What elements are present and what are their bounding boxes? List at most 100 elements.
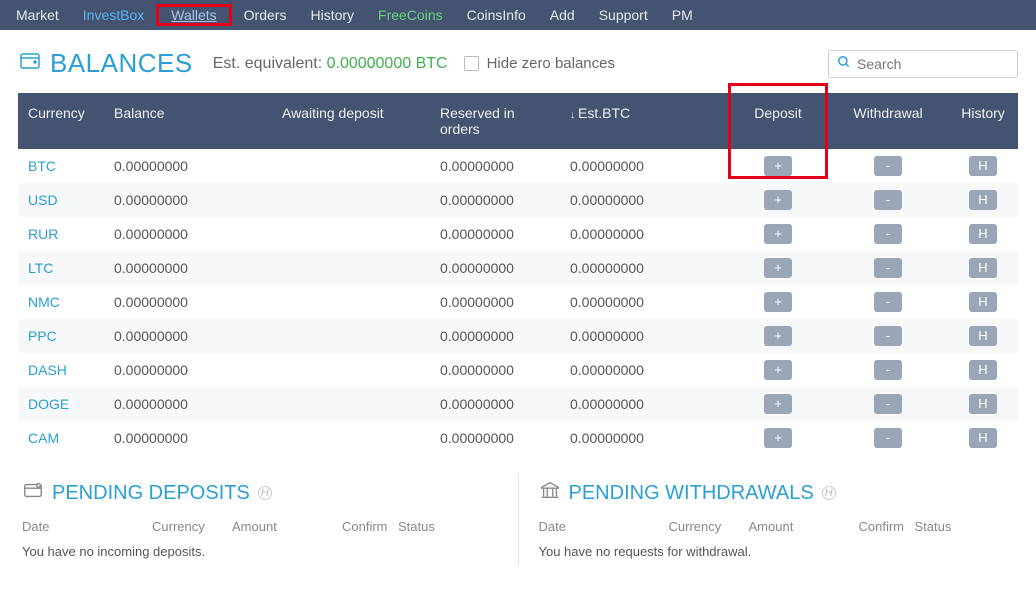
search-input[interactable]: [857, 56, 1009, 72]
withdrawals-subheader: Date Currency Amount Confirm Status: [539, 519, 1015, 534]
bank-icon: [539, 479, 561, 507]
nav-wallets[interactable]: Wallets: [159, 1, 228, 29]
history-button[interactable]: H: [969, 224, 997, 244]
reserved-cell: 0.00000000: [430, 421, 560, 455]
deposit-button[interactable]: +: [764, 394, 792, 414]
deposit-button[interactable]: +: [764, 292, 792, 312]
balance-cell: 0.00000000: [104, 251, 272, 285]
awaiting-cell: [272, 319, 430, 353]
nav-support[interactable]: Support: [587, 1, 660, 29]
search-box[interactable]: [828, 50, 1018, 78]
col-reserved[interactable]: Reserved in orders: [430, 93, 560, 149]
col-currency[interactable]: Currency: [18, 93, 104, 149]
currency-link[interactable]: CAM: [28, 430, 59, 446]
deposits-subheader: Date Currency Amount Confirm Status: [22, 519, 498, 534]
nav-coinsinfo[interactable]: CoinsInfo: [455, 1, 538, 29]
estbtc-cell: 0.00000000: [560, 387, 728, 421]
col-currency: Currency: [152, 519, 232, 534]
withdraw-button[interactable]: -: [874, 326, 902, 346]
nav-highlight: Wallets: [156, 4, 231, 26]
currency-link[interactable]: LTC: [28, 260, 53, 276]
nav-market[interactable]: Market: [4, 1, 71, 29]
awaiting-cell: [272, 251, 430, 285]
history-button[interactable]: H: [969, 428, 997, 448]
page-title: BALANCES: [18, 48, 193, 79]
currency-link[interactable]: PPC: [28, 328, 57, 344]
withdraw-button[interactable]: -: [874, 190, 902, 210]
col-withdrawal[interactable]: Withdrawal: [828, 93, 948, 149]
nav-add[interactable]: Add: [538, 1, 587, 29]
deposit-button[interactable]: +: [764, 258, 792, 278]
col-amount: Amount: [232, 519, 342, 534]
pending-withdrawals-title: PENDING WITHDRAWALS H: [539, 479, 1015, 507]
history-button[interactable]: H: [969, 292, 997, 312]
estbtc-cell: 0.00000000: [560, 319, 728, 353]
history-button[interactable]: H: [969, 394, 997, 414]
reserved-cell: 0.00000000: [430, 353, 560, 387]
col-amount: Amount: [749, 519, 859, 534]
withdraw-button[interactable]: -: [874, 224, 902, 244]
awaiting-cell: [272, 149, 430, 183]
history-button[interactable]: H: [969, 190, 997, 210]
currency-link[interactable]: RUR: [28, 226, 58, 242]
estbtc-cell: 0.00000000: [560, 183, 728, 217]
nav-history[interactable]: History: [298, 1, 366, 29]
pending-withdrawals-panel: PENDING WITHDRAWALS H Date Currency Amou…: [519, 473, 1019, 565]
deposit-button[interactable]: +: [764, 156, 792, 176]
withdraw-button[interactable]: -: [874, 292, 902, 312]
col-balance[interactable]: Balance: [104, 93, 272, 149]
hide-zero-label: Hide zero balances: [487, 55, 615, 72]
awaiting-cell: [272, 353, 430, 387]
search-icon: [837, 55, 851, 73]
history-button[interactable]: H: [969, 360, 997, 380]
history-button[interactable]: H: [969, 326, 997, 346]
withdraw-button[interactable]: -: [874, 258, 902, 278]
nav-pm[interactable]: PM: [660, 1, 705, 29]
nav-investbox[interactable]: InvestBox: [71, 1, 156, 29]
currency-link[interactable]: NMC: [28, 294, 60, 310]
deposits-empty-msg: You have no incoming deposits.: [22, 544, 498, 559]
col-estbtc[interactable]: ↓Est.BTC: [560, 93, 728, 149]
col-history[interactable]: History: [948, 93, 1018, 149]
balance-cell: 0.00000000: [104, 421, 272, 455]
deposit-button[interactable]: +: [764, 326, 792, 346]
currency-link[interactable]: DASH: [28, 362, 67, 378]
table-row: PPC0.000000000.000000000.00000000+-H: [18, 319, 1018, 353]
help-icon[interactable]: H: [258, 486, 272, 500]
help-icon[interactable]: H: [822, 486, 836, 500]
pending-deposits-title: PENDING DEPOSITS H: [22, 479, 498, 507]
currency-link[interactable]: USD: [28, 192, 58, 208]
withdraw-button[interactable]: -: [874, 156, 902, 176]
deposit-button[interactable]: +: [764, 224, 792, 244]
col-status: Status: [398, 519, 435, 534]
pending-panels: PENDING DEPOSITS H Date Currency Amount …: [18, 473, 1018, 565]
estbtc-cell: 0.00000000: [560, 149, 728, 183]
table-row: RUR0.000000000.000000000.00000000+-H: [18, 217, 1018, 251]
reserved-cell: 0.00000000: [430, 217, 560, 251]
col-date: Date: [539, 519, 669, 534]
history-button[interactable]: H: [969, 258, 997, 278]
table-row: DOGE0.000000000.000000000.00000000+-H: [18, 387, 1018, 421]
deposit-button[interactable]: +: [764, 190, 792, 210]
col-confirm: Confirm: [859, 519, 915, 534]
deposit-button[interactable]: +: [764, 360, 792, 380]
awaiting-cell: [272, 217, 430, 251]
awaiting-cell: [272, 421, 430, 455]
currency-link[interactable]: BTC: [28, 158, 56, 174]
history-button[interactable]: H: [969, 156, 997, 176]
currency-link[interactable]: DOGE: [28, 396, 69, 412]
balances-table: Currency Balance Awaiting deposit Reserv…: [18, 93, 1018, 455]
withdraw-button[interactable]: -: [874, 360, 902, 380]
page-title-text: BALANCES: [50, 48, 193, 79]
hide-zero-toggle[interactable]: Hide zero balances: [464, 55, 615, 72]
deposit-button[interactable]: +: [764, 428, 792, 448]
nav-freecoins[interactable]: FreeCoins: [366, 1, 455, 29]
col-deposit[interactable]: Deposit: [728, 93, 828, 149]
reserved-cell: 0.00000000: [430, 319, 560, 353]
withdraw-button[interactable]: -: [874, 428, 902, 448]
nav-orders[interactable]: Orders: [232, 1, 299, 29]
col-awaiting[interactable]: Awaiting deposit: [272, 93, 430, 149]
card-icon: [22, 479, 44, 507]
col-status: Status: [915, 519, 952, 534]
withdraw-button[interactable]: -: [874, 394, 902, 414]
